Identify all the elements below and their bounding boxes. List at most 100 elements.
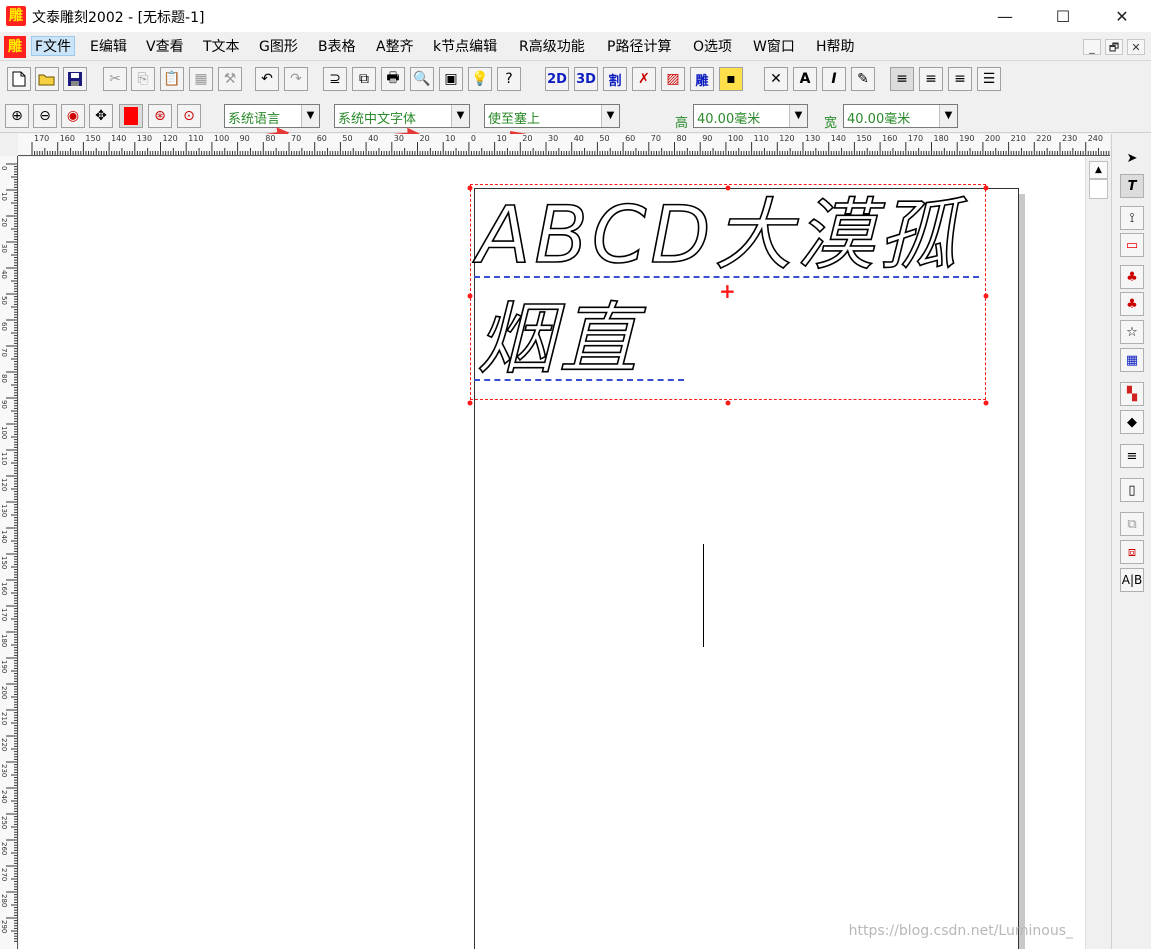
no-output-icon[interactable]: ✗ xyxy=(632,67,656,91)
document-icon[interactable]: 雕 xyxy=(4,36,26,58)
selection-handle[interactable] xyxy=(466,181,474,191)
format-brush-icon[interactable]: ⚒ xyxy=(218,67,242,91)
mdi-minimize-button[interactable]: _ xyxy=(1083,39,1101,55)
horizontal-ruler[interactable]: // placeholder, ticks generated below 17… xyxy=(18,134,1110,156)
cut-output-button[interactable]: 割 xyxy=(603,67,627,91)
selection-handle[interactable] xyxy=(982,289,990,299)
print-icon[interactable]: 🖶 xyxy=(381,67,405,91)
mdi-close-button[interactable]: ✕ xyxy=(1127,39,1145,55)
menu-text[interactable]: T文本 xyxy=(200,37,243,57)
scroll-up-icon[interactable]: ▲ xyxy=(1089,161,1108,179)
height-select[interactable]: 40.00毫米 ▼ xyxy=(693,104,808,128)
language-select[interactable]: 系统语言 ▼ xyxy=(224,104,320,128)
menu-file[interactable]: F文件 xyxy=(31,36,76,56)
zoom-page-icon[interactable] xyxy=(119,104,143,128)
scroll-thumb[interactable] xyxy=(1089,179,1108,199)
tip-bulb-icon[interactable]: 💡 xyxy=(468,67,492,91)
merge-icon[interactable]: ⧈ xyxy=(1120,540,1144,564)
paste-special-icon[interactable]: ▦ xyxy=(189,67,213,91)
copy-icon[interactable]: ⎘ xyxy=(131,67,155,91)
font-style-select[interactable]: 使至塞上 ▼ xyxy=(484,104,620,128)
align-justify-icon[interactable]: ☰ xyxy=(977,67,1001,91)
zoom-selection-icon[interactable]: ⊙ xyxy=(177,104,201,128)
text-tool-icon[interactable]: T xyxy=(1120,174,1144,198)
selection-handle[interactable] xyxy=(982,396,990,406)
zoom-in-icon[interactable]: ⊕ xyxy=(5,104,29,128)
edit-text-icon[interactable]: ✎ xyxy=(851,67,875,91)
paste-icon[interactable]: 📋 xyxy=(160,67,184,91)
selection-handle[interactable] xyxy=(466,289,474,299)
help-question-icon[interactable]: ? xyxy=(497,67,521,91)
menu-help[interactable]: H帮助 xyxy=(813,37,858,57)
vertical-scrollbar[interactable]: ▲ xyxy=(1085,157,1110,949)
frame-icon[interactable]: ⧉ xyxy=(352,67,376,91)
align-center-icon[interactable]: ≡ xyxy=(919,67,943,91)
bin-icon[interactable]: ▯ xyxy=(1120,478,1144,502)
menu-advanced[interactable]: R高级功能 xyxy=(516,37,588,57)
shape-tool-2-icon[interactable]: ♣ xyxy=(1120,292,1144,316)
table-tool-icon[interactable]: ▦ xyxy=(1120,348,1144,372)
menu-edit[interactable]: E编辑 xyxy=(87,37,130,57)
open-folder-icon[interactable] xyxy=(35,67,59,91)
engraving-text-line1[interactable]: ABCD大漠孤 xyxy=(476,194,960,278)
chevron-down-icon[interactable]: ▼ xyxy=(601,105,619,127)
undo-icon[interactable]: ↶ xyxy=(255,67,279,91)
gcode-icon[interactable]: ▪ xyxy=(719,67,743,91)
menu-graphics[interactable]: G图形 xyxy=(256,37,301,57)
text-flow-icon[interactable]: ⊇ xyxy=(323,67,347,91)
chevron-down-icon[interactable]: ▼ xyxy=(301,105,319,127)
selection-handle[interactable] xyxy=(724,181,732,191)
close-button[interactable]: ✕ xyxy=(1094,0,1150,32)
center-mark-icon[interactable]: + xyxy=(719,281,736,301)
selection-handle[interactable] xyxy=(982,181,990,191)
chevron-down-icon[interactable]: ▼ xyxy=(451,105,469,127)
redo-icon[interactable]: ↷ xyxy=(284,67,308,91)
menu-node-edit[interactable]: k节点编辑 xyxy=(430,37,500,57)
star-tool-icon[interactable]: ☆ xyxy=(1120,320,1144,344)
layer-icon[interactable]: ⧉ xyxy=(1120,512,1144,536)
text-fit-icon[interactable]: ✕ xyxy=(764,67,788,91)
rectangle-tool-icon[interactable]: ▭ xyxy=(1120,233,1144,257)
fill-bucket-icon[interactable]: ◆ xyxy=(1120,410,1144,434)
maximize-button[interactable]: ☐ xyxy=(1035,0,1091,32)
width-select[interactable]: 40.00毫米 ▼ xyxy=(843,104,958,128)
align-left-icon[interactable]: ≡ xyxy=(890,67,914,91)
page-setup-icon[interactable]: ▣ xyxy=(439,67,463,91)
engraving-text-line2[interactable]: 烟直 xyxy=(476,298,641,382)
print-preview-icon[interactable]: 🔍 xyxy=(410,67,434,91)
hatch-icon[interactable]: ▨ xyxy=(661,67,685,91)
text-replace-icon[interactable]: A|B xyxy=(1120,568,1144,592)
engrave-button[interactable]: 雕 xyxy=(690,67,714,91)
menu-options[interactable]: O选项 xyxy=(690,37,735,57)
selection-handle[interactable] xyxy=(724,396,732,406)
italic-icon[interactable]: I xyxy=(822,67,846,91)
pan-icon[interactable]: ✥ xyxy=(89,104,113,128)
select-arrow-icon[interactable]: ➤ xyxy=(1120,146,1144,170)
chevron-down-icon[interactable]: ▼ xyxy=(789,105,807,127)
drawing-canvas[interactable]: + ABCD大漠孤 烟直 https://blog.csdn.net/Lumin… xyxy=(19,157,1085,949)
menu-align[interactable]: A整齐 xyxy=(373,37,417,57)
selection-handle[interactable] xyxy=(466,396,474,406)
vertical-ruler[interactable]: 0 10 20 30 40 50 60 70 80 90 100 110 120 130 140 150 160… xyxy=(0,156,18,949)
zoom-out-icon[interactable]: ⊖ xyxy=(33,104,57,128)
menu-table[interactable]: B表格 xyxy=(315,37,359,57)
color-palette-icon[interactable]: ▚ xyxy=(1120,382,1144,406)
menu-view[interactable]: V查看 xyxy=(143,37,187,57)
shape-tool-icon[interactable]: ♣ xyxy=(1120,265,1144,289)
chevron-down-icon[interactable]: ▼ xyxy=(939,105,957,127)
minimize-button[interactable]: — xyxy=(977,0,1033,32)
menu-path-calc[interactable]: P路径计算 xyxy=(604,37,674,57)
save-icon[interactable] xyxy=(63,67,87,91)
zoom-window-icon[interactable]: ◉ xyxy=(61,104,85,128)
new-file-icon[interactable] xyxy=(7,67,31,91)
zoom-all-icon[interactable]: ⊛ xyxy=(148,104,172,128)
view-2d-button[interactable]: 2D xyxy=(545,67,569,91)
menu-window[interactable]: W窗口 xyxy=(750,37,798,57)
text-box-icon[interactable]: A xyxy=(793,67,817,91)
mdi-restore-button[interactable]: 🗗 xyxy=(1105,39,1123,55)
cut-icon[interactable]: ✂ xyxy=(103,67,127,91)
paragraph-icon[interactable]: ≡ xyxy=(1120,444,1144,468)
align-right-icon[interactable]: ≡ xyxy=(948,67,972,91)
chinese-font-select[interactable]: 系统中文字体 ▼ xyxy=(334,104,470,128)
node-edit-icon[interactable]: ⟟ xyxy=(1120,206,1144,230)
